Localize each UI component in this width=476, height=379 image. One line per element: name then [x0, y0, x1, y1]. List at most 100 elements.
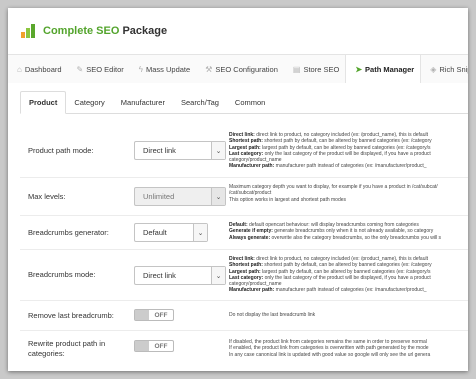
setting-description: If disabled, the product link from categ…	[229, 339, 468, 358]
setting-description: Default: default opencart behaviour: wil…	[229, 222, 468, 241]
bar-chart-logo-icon	[21, 24, 37, 38]
subtabs: Product Category Manufacturer Search/Tag…	[20, 91, 468, 114]
desc-line: This option works in largest and shortes…	[229, 197, 468, 203]
nav-label: Dashboard	[24, 64, 62, 74]
desc-key: Direct link:	[229, 256, 255, 262]
setting-description: Do not display the last breadcrumb link	[229, 312, 468, 318]
desc-text: direct link to product, no category incl…	[254, 256, 428, 262]
setting-description: Direct link: direct link to product, no …	[229, 256, 468, 294]
setting-label: Breadcrumbs generator:	[28, 227, 109, 237]
setting-product-path-mode: Product path mode: Direct link ⌄ Direct …	[20, 125, 468, 178]
breadcrumbs-generator-select[interactable]: Default ⌄	[134, 223, 208, 242]
desc-text: In any case canonical link is updated wi…	[229, 351, 431, 358]
setting-label: Rewrite product path in categories:	[28, 339, 106, 358]
path-manager-panel: Product Category Manufacturer Search/Tag…	[8, 83, 468, 371]
remove-last-breadcrumb-toggle[interactable]: OFF	[134, 309, 174, 321]
nav-mass-update[interactable]: ϟ Mass Update	[130, 55, 196, 83]
chevron-down-icon: ⌄	[193, 224, 207, 241]
desc-key: Largest path:	[229, 144, 261, 151]
app-title-suffix: Package	[119, 25, 168, 37]
nav-label: SEO Configuration	[215, 64, 278, 74]
desc-text: default opencart behaviour: will display…	[247, 222, 419, 228]
desc-line: In any case canonical link is updated wi…	[229, 352, 468, 358]
tab-search-tag[interactable]: Search/Tag	[173, 91, 227, 113]
chevron-down-icon: ⌄	[211, 267, 225, 284]
desc-text: only the last category of the product wi…	[263, 150, 431, 157]
setting-rewrite-product-path: Rewrite product path in categories: OFF …	[20, 331, 468, 371]
nav-rich-snippets[interactable]: ◈ Rich Snippets	[421, 55, 468, 83]
desc-text: If disabled, the product link from categ…	[229, 339, 427, 345]
app-title-brand: Complete SEO	[43, 25, 120, 37]
desc-key: Shortest path:	[229, 138, 263, 145]
nav-seo-editor[interactable]: ✎ SEO Editor	[68, 55, 130, 83]
tab-manufacturer[interactable]: Manufacturer	[113, 91, 173, 113]
desc-key: Manufacturer path:	[229, 287, 275, 294]
wrench-icon: ⚒	[205, 64, 213, 74]
desc-text: manufacturer path instead of categories …	[274, 287, 427, 294]
desc-key: Direct link:	[229, 132, 255, 138]
toggle-state: OFF	[154, 342, 168, 350]
desc-text: category/product_name	[229, 281, 282, 288]
desc-text: direct link to product, no category incl…	[254, 132, 428, 138]
toggle-knob	[135, 310, 149, 320]
send-icon: ➤	[355, 65, 363, 74]
desc-text: largest path by default, can be altered …	[260, 144, 431, 151]
tab-category[interactable]: Category	[66, 91, 112, 113]
desc-text: shortest path by default, can be altered…	[262, 138, 432, 145]
nav-label: SEO Editor	[86, 64, 124, 74]
setting-label: Remove last breadcrumb:	[28, 310, 114, 320]
nav-seo-configuration[interactable]: ⚒ SEO Configuration	[196, 55, 284, 83]
nav-label: Path Manager	[365, 65, 415, 74]
nav-dashboard[interactable]: ⌂ Dashboard	[8, 55, 68, 83]
desc-line: Manufacturer path: manufacturer path ins…	[229, 163, 468, 169]
product-path-mode-select[interactable]: Direct link ⌄	[134, 141, 226, 160]
toggle-knob	[135, 341, 149, 351]
select-value: Direct link	[143, 271, 176, 280]
bolt-icon: ϟ	[138, 64, 143, 74]
desc-key: Always generate:	[229, 234, 271, 241]
desc-text: only the last category of the product wi…	[263, 274, 431, 281]
app-title: Complete SEO Package	[43, 25, 167, 37]
nav-label: Mass Update	[146, 64, 191, 74]
desc-text: This option works in largest and shortes…	[229, 196, 347, 203]
desc-text: manufacturer path instead of categories …	[274, 163, 427, 170]
setting-description: Maximum category depth you want to displ…	[229, 184, 468, 203]
desc-key: Shortest path:	[229, 262, 263, 269]
desc-key: Default:	[229, 222, 248, 228]
chevron-down-icon: ⌄	[211, 142, 225, 159]
select-value: Direct link	[143, 146, 176, 155]
rewrite-product-path-toggle[interactable]: OFF	[134, 340, 174, 352]
nav-path-manager[interactable]: ➤ Path Manager	[345, 55, 422, 84]
setting-label: Max levels:	[28, 191, 66, 201]
app-header: Complete SEO Package	[8, 8, 468, 54]
setting-label: Breadcrumbs mode:	[28, 270, 96, 279]
nav-label: Rich Snippets	[439, 64, 468, 74]
desc-text: category/product_name	[229, 157, 282, 164]
setting-breadcrumbs-mode: Breadcrumbs mode: Direct link ⌄ Direct l…	[20, 250, 468, 301]
tab-common[interactable]: Common	[227, 91, 273, 113]
setting-breadcrumbs-generator: Breadcrumbs generator: Default ⌄ Default…	[20, 216, 468, 250]
tab-product[interactable]: Product	[20, 91, 67, 114]
setting-description: Direct link: direct link to product, no …	[229, 132, 468, 170]
toggle-state: OFF	[154, 311, 168, 319]
home-icon: ⌂	[17, 64, 22, 74]
desc-key: Largest path:	[229, 268, 261, 275]
setting-label: Product path mode:	[28, 146, 94, 155]
store-icon: ▤	[292, 64, 301, 74]
desc-text: Maximum category depth you want to displ…	[229, 184, 438, 190]
desc-text: overwrite also the category breadcrumbs,…	[270, 234, 442, 241]
chevron-down-icon: ⌄	[211, 188, 225, 205]
desc-text: /cat/subcat/product	[229, 190, 272, 197]
breadcrumbs-mode-select[interactable]: Direct link ⌄	[134, 266, 226, 285]
desc-line: Always generate: overwrite also the cate…	[229, 235, 468, 241]
nav-store-seo[interactable]: ▤ Store SEO	[284, 55, 345, 83]
snippet-icon: ◈	[430, 64, 437, 74]
desc-key: Manufacturer path:	[229, 163, 275, 170]
main-nav: ⌂ Dashboard ✎ SEO Editor ϟ Mass Update ⚒…	[8, 54, 468, 84]
desc-text: generate breadcrumbs only when it is not…	[272, 228, 434, 235]
desc-key: Last category:	[229, 150, 264, 157]
max-levels-select[interactable]: Unlimited ⌄	[134, 187, 226, 206]
desc-line: Do not display the last breadcrumb link	[229, 312, 468, 318]
nav-label: Store SEO	[303, 64, 340, 74]
app-window: Complete SEO Package ⌂ Dashboard ✎ SEO E…	[8, 8, 468, 371]
